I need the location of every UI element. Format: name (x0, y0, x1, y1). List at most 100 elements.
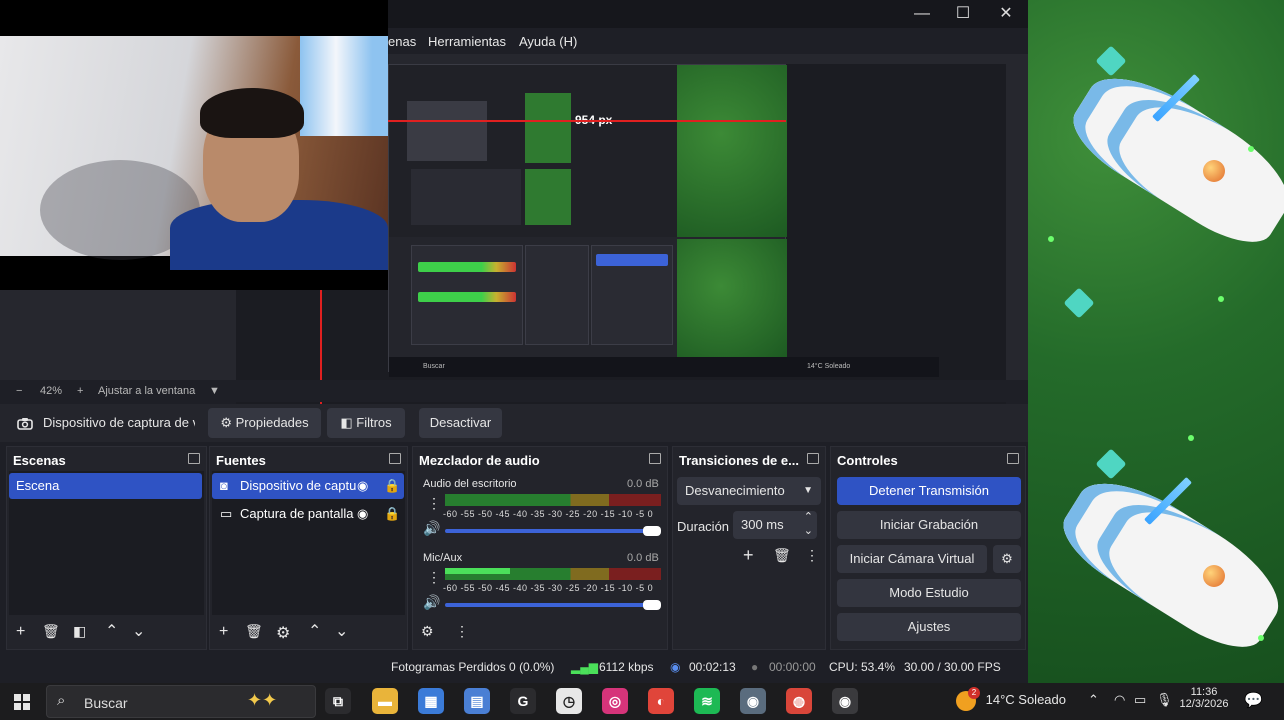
webcam-overlay (0, 0, 388, 290)
menu-help[interactable]: Ayuda (H) (519, 34, 577, 49)
zoom-out-button[interactable]: − (16, 385, 22, 397)
volume-meter (445, 568, 661, 580)
nested-stop-button (596, 254, 668, 266)
add-icon[interactable]: + (219, 623, 228, 641)
deactivate-button[interactable]: Desactivar (419, 408, 502, 438)
task-view-icon[interactable]: ⧉ (325, 688, 351, 714)
trash-icon[interactable]: 🗑 (42, 623, 60, 640)
notification-icon[interactable]: 💬 (1244, 691, 1263, 709)
eye-icon[interactable]: ◉ (357, 473, 368, 499)
preview-area[interactable]: 954 px Buscar 14°C Soleado (0, 0, 1028, 426)
speaker-icon[interactable]: 🔊 (423, 594, 440, 611)
virtual-camera-settings-button[interactable]: ⚙ (993, 545, 1021, 573)
minimize-button[interactable]: — (904, 4, 940, 24)
wallpaper-gem (1095, 45, 1127, 77)
zoom-in-button[interactable]: + (77, 385, 83, 397)
selected-source-name: Dispositivo de captura de v (43, 415, 195, 430)
signal-icon: ▂▄▆ (571, 660, 598, 674)
menu-tools[interactable]: Herramientas (428, 34, 506, 49)
clock-icon[interactable]: ◷ (556, 688, 582, 714)
wallpaper-player-figure (1060, 56, 1284, 259)
duration-stepper[interactable]: 300 ms ⌃ ⌄ (733, 511, 817, 539)
volume-slider-track[interactable] (445, 603, 657, 607)
add-icon[interactable]: + (16, 623, 25, 641)
zoom-bar: − 42% + Ajustar a la ventana ▼ (0, 380, 1028, 402)
source-item[interactable]: ▭ Captura de pantalla ◉ 🔒 (212, 501, 404, 527)
studio-mode-button[interactable]: Modo Estudio (837, 579, 1021, 607)
start-recording-button[interactable]: Iniciar Grabación (837, 511, 1021, 539)
settings-button[interactable]: Ajustes (837, 613, 1021, 641)
scenes-title: Escenas (13, 453, 66, 468)
lock-icon[interactable]: 🔒 (384, 473, 400, 499)
chevron-up-icon[interactable]: ⌃ (105, 621, 118, 641)
taskbar-search[interactable]: ⌕ Buscar ✦✦ (46, 685, 316, 718)
advanced-audio-icon[interactable]: ⚙ (421, 623, 434, 640)
volume-slider-track[interactable] (445, 529, 657, 533)
chevron-up-icon[interactable]: ⌃ (1088, 692, 1099, 708)
obs-icon[interactable]: ◉ (832, 688, 858, 714)
volume-slider-handle[interactable] (643, 526, 661, 536)
meter-level-fill (445, 568, 510, 574)
undock-icon[interactable] (649, 453, 661, 464)
cpu-usage: CPU: 53.4% (829, 660, 896, 674)
wifi-icon[interactable]: ◠ (1114, 692, 1125, 708)
zoom-fit-label[interactable]: Ajustar a la ventana (98, 385, 195, 397)
spotify-icon[interactable]: ≋ (694, 688, 720, 714)
undock-icon[interactable] (188, 453, 200, 464)
undock-icon[interactable] (1007, 453, 1019, 464)
calculator-icon[interactable]: ▤ (464, 688, 490, 714)
filter-icon[interactable]: ◧ (73, 623, 86, 640)
volume-slider-handle[interactable] (643, 600, 661, 610)
trash-icon[interactable]: 🗑 (245, 623, 263, 640)
filters-button[interactable]: ◧ Filtros (327, 408, 405, 438)
transition-select[interactable]: Desvanecimiento ▼ (677, 477, 821, 505)
file-explorer-icon[interactable]: ▬ (372, 688, 398, 714)
add-icon[interactable]: + (743, 545, 754, 566)
kebab-menu-icon[interactable]: ⋮ (427, 569, 441, 586)
monitor-icon: ▭ (220, 506, 233, 521)
eye-icon[interactable]: ◉ (357, 501, 368, 527)
kebab-menu-icon[interactable]: ⋮ (427, 495, 441, 512)
ms-store-icon[interactable]: ▦ (418, 688, 444, 714)
start-virtual-camera-button[interactable]: Iniciar Cámara Virtual (837, 545, 987, 573)
kebab-menu-icon[interactable]: ⋮ (805, 547, 819, 564)
weather-widget[interactable]: 2 14°C Soleado (956, 687, 1066, 711)
stop-streaming-button[interactable]: Detener Transmisión (837, 477, 1021, 505)
source-item[interactable]: ◙ Dispositivo de captu ◉ 🔒 (212, 473, 404, 499)
sources-list: ◙ Dispositivo de captu ◉ 🔒 ▭ Captura de … (212, 471, 405, 615)
google-icon[interactable]: G (510, 688, 536, 714)
kebab-menu-icon[interactable]: ⋮ (455, 623, 469, 640)
wallpaper-ball (1203, 565, 1225, 587)
scene-item[interactable]: Escena (9, 473, 202, 499)
undock-icon[interactable] (807, 453, 819, 464)
chevron-down-icon[interactable]: ⌄ (804, 517, 813, 545)
camera-icon[interactable]: ◉ (740, 688, 766, 714)
scenes-dock: Escenas Escena + 🗑 ◧ ⌃ ⌄ (6, 446, 207, 650)
trash-icon[interactable]: 🗑 (773, 547, 791, 564)
speaker-icon[interactable]: 🔊 (423, 520, 440, 537)
nested-meter (418, 262, 516, 272)
chevron-up-icon[interactable]: ⌃ (308, 621, 321, 641)
chevron-down-icon[interactable]: ⌄ (335, 621, 348, 641)
windows-start-icon[interactable] (14, 694, 30, 710)
microphone-icon[interactable]: 🎙 (1156, 692, 1173, 708)
clock[interactable]: 11:36 12/3/2026 (1178, 686, 1230, 710)
chevron-down-icon[interactable]: ⌄ (132, 621, 145, 641)
capcut-icon[interactable]: ◐ (648, 688, 674, 714)
battery-icon[interactable]: ▭ (1134, 692, 1146, 708)
desktop-wallpaper (1028, 0, 1284, 683)
lock-icon[interactable]: 🔒 (384, 501, 400, 527)
wallpaper-dot (1248, 146, 1254, 152)
nested-thumbnail (411, 169, 521, 225)
chrome-icon[interactable]: ◍ (786, 688, 812, 714)
camera-icon: ◙ (220, 478, 228, 493)
properties-button[interactable]: ⚙ Propiedades (208, 408, 321, 438)
gear-icon[interactable]: ⚙ (276, 623, 290, 643)
close-button[interactable]: ✕ (988, 4, 1024, 24)
menu-scenes[interactable]: enas (388, 34, 416, 49)
zoom-dropdown-icon[interactable]: ▼ (209, 385, 220, 397)
sources-title: Fuentes (216, 453, 266, 468)
instagram-icon[interactable]: ◎ (602, 688, 628, 714)
maximize-button[interactable]: ☐ (945, 4, 981, 24)
undock-icon[interactable] (389, 453, 401, 464)
